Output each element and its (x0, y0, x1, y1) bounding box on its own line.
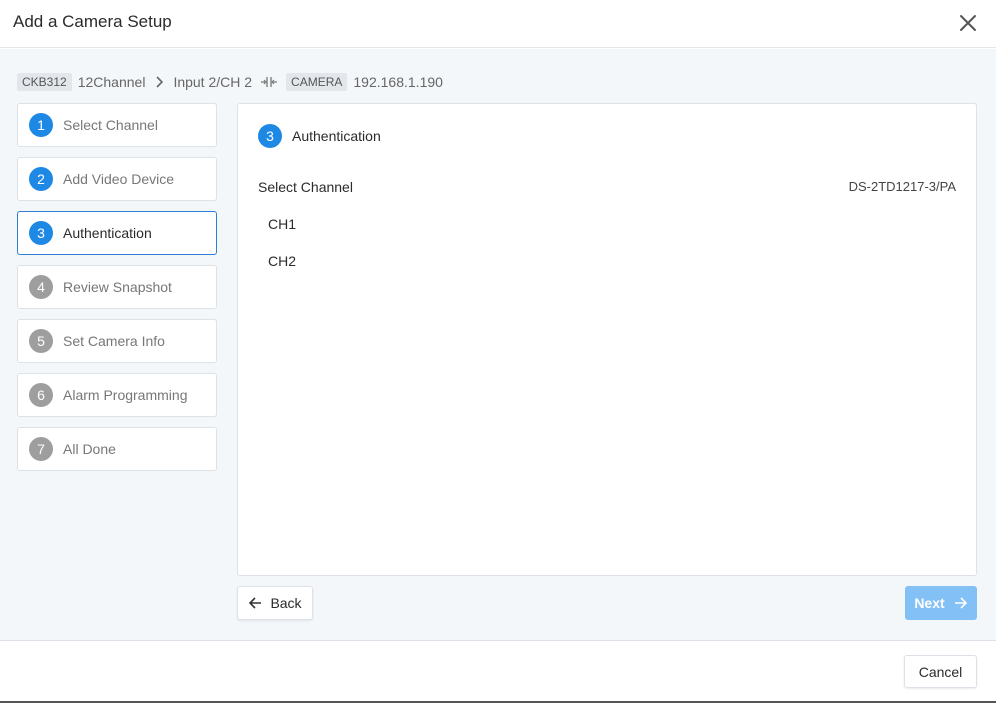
arrow-right-icon (954, 596, 968, 610)
step-number: 3 (29, 221, 53, 245)
step-number: 4 (29, 275, 53, 299)
step-label: Set Camera Info (63, 333, 165, 349)
panel-title: Authentication (292, 128, 381, 144)
input-channel: Input 2/CH 2 (173, 74, 253, 90)
back-label: Back (270, 595, 302, 611)
panel-step-number: 3 (258, 124, 282, 148)
next-label: Next (914, 595, 945, 611)
arrow-left-icon (248, 596, 262, 610)
device-name: 12Channel (77, 74, 146, 90)
back-button[interactable]: Back (237, 586, 313, 620)
step-select-channel[interactable]: 1 Select Channel (17, 103, 217, 147)
camera-tag: CAMERA (286, 73, 348, 91)
step-all-done[interactable]: 7 All Done (17, 427, 217, 471)
step-label: Authentication (63, 225, 152, 241)
channel-option-ch1[interactable]: CH1 (268, 216, 296, 232)
dialog-header: Add a Camera Setup (0, 0, 996, 48)
authentication-panel: 3 Authentication Select Channel DS-2TD12… (237, 103, 977, 576)
camera-model: DS-2TD1217-3/PA (848, 179, 956, 194)
step-list: 1 Select Channel 2 Add Video Device 3 Au… (17, 103, 217, 481)
step-label: All Done (63, 441, 116, 457)
select-channel-label: Select Channel (258, 179, 353, 195)
step-label: Review Snapshot (63, 279, 172, 295)
step-number: 7 (29, 437, 53, 461)
step-alarm-programming[interactable]: 6 Alarm Programming (17, 373, 217, 417)
camera-ip: 192.168.1.190 (353, 74, 443, 90)
step-authentication[interactable]: 3 Authentication (17, 211, 217, 255)
step-add-video-device[interactable]: 2 Add Video Device (17, 157, 217, 201)
close-icon[interactable] (956, 11, 980, 35)
channel-option-ch2[interactable]: CH2 (268, 253, 296, 269)
step-label: Select Channel (63, 117, 158, 133)
connector-icon (261, 75, 278, 89)
cancel-button[interactable]: Cancel (904, 655, 977, 688)
step-review-snapshot[interactable]: 4 Review Snapshot (17, 265, 217, 309)
panel-header: 3 Authentication (258, 124, 381, 148)
step-number: 6 (29, 383, 53, 407)
dialog-footer: Cancel (0, 640, 996, 703)
device-tag: CKB312 (17, 73, 72, 91)
next-button[interactable]: Next (905, 586, 977, 620)
dialog-body: CKB312 12Channel Input 2/CH 2 CAMERA 192… (0, 49, 996, 640)
step-number: 1 (29, 113, 53, 137)
step-number: 2 (29, 167, 53, 191)
step-number: 5 (29, 329, 53, 353)
breadcrumb: CKB312 12Channel Input 2/CH 2 CAMERA 192… (17, 72, 443, 92)
step-label: Add Video Device (63, 171, 175, 187)
step-set-camera-info[interactable]: 5 Set Camera Info (17, 319, 217, 363)
step-label: Alarm Programming (63, 387, 188, 403)
dialog-title: Add a Camera Setup (13, 12, 172, 31)
chevron-right-icon (155, 76, 165, 88)
